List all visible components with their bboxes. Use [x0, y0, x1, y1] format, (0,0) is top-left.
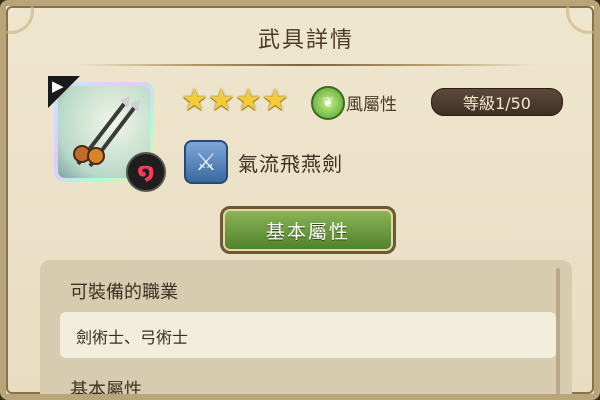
- crossed-swords-icon[interactable]: ⚔: [184, 140, 228, 184]
- equippable-classes-value: 劍術士、弓術士: [76, 328, 189, 347]
- weapon-detail-panel: 武具詳情 ▶ ໑ ★ ★ ★ ★ ❦ 風屬性 等級1/50 ⚔ 氣流飛燕劍 基本…: [0, 0, 600, 400]
- level-badge: 等級1/50: [431, 88, 563, 116]
- title-divider: [76, 64, 536, 66]
- star-icon: ★: [207, 83, 235, 118]
- page-title: 武具詳情: [257, 28, 354, 53]
- star-icon: ★: [181, 83, 208, 118]
- equippable-classes-header: 可裝備的職業: [70, 282, 178, 303]
- attribute-label: 風屬性: [346, 95, 397, 115]
- star-icon: ★: [234, 83, 262, 118]
- skill-name[interactable]: 氣流飛燕劍: [238, 148, 343, 177]
- basic-stats-tab-button[interactable]: 基本屬性: [220, 206, 396, 254]
- star-rating: ★ ★ ★ ★: [181, 86, 289, 116]
- scrollbar[interactable]: [556, 268, 560, 394]
- basic-stats-header: 基本屬性: [70, 380, 142, 400]
- star-icon: ★: [261, 83, 289, 118]
- swirl-rune-icon[interactable]: ໑: [126, 152, 166, 192]
- wind-leaf-icon: ❦: [311, 86, 345, 120]
- weapon-card[interactable]: ▶ ໑: [48, 76, 166, 192]
